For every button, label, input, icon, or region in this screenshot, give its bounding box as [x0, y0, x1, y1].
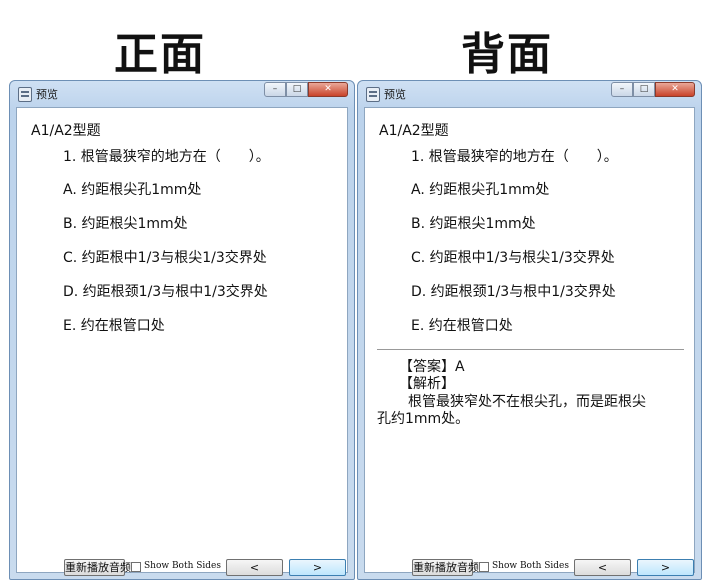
option-e: E. 约在根管口处 [411, 318, 513, 334]
answer-divider [377, 349, 684, 350]
next-button[interactable]: > [289, 559, 346, 576]
show-both-sides-label[interactable]: Show Both Sides [144, 561, 221, 571]
window-title: 预览 [36, 88, 58, 101]
option-d: D. 约距根颈1/3与根中1/3交界处 [411, 284, 616, 300]
back-heading: 背面 [461, 29, 553, 80]
preview-window-back: 预览 – □ ✕ A1/A2型题 1. 根管最狭窄的地方在（ ）。 A. 约距根… [357, 80, 702, 580]
maximize-button[interactable]: □ [286, 82, 308, 97]
bottom-toolbar: 重新播放音频 Show Both Sides < > [358, 557, 701, 579]
option-c: C. 约距根中1/3与根尖1/3交界处 [411, 250, 615, 266]
question-type: A1/A2型题 [31, 123, 101, 139]
close-button[interactable]: ✕ [655, 82, 695, 97]
show-both-sides-checkbox[interactable] [131, 562, 141, 572]
analysis-label: 【解析】 [399, 376, 455, 392]
bottom-toolbar: 重新播放音频 Show Both Sides < > [10, 557, 354, 579]
maximize-button[interactable]: □ [633, 82, 655, 97]
minimize-button[interactable]: – [611, 82, 633, 97]
question-type: A1/A2型题 [379, 123, 449, 139]
answer-line: 【答案】A [399, 359, 465, 375]
option-c: C. 约距根中1/3与根尖1/3交界处 [63, 250, 267, 266]
analysis-text-line-1: 根管最狭窄处不在根尖孔，而是距根尖 [408, 394, 646, 410]
option-b: B. 约距根尖1mm处 [411, 216, 536, 232]
option-a: A. 约距根尖孔1mm处 [63, 182, 202, 198]
window-controls: – □ ✕ [264, 82, 348, 97]
close-button[interactable]: ✕ [308, 82, 348, 97]
prev-button[interactable]: < [574, 559, 631, 576]
option-b: B. 约距根尖1mm处 [63, 216, 188, 232]
question-stem: 1. 根管最狭窄的地方在（ ）。 [63, 149, 270, 165]
card-content: A1/A2型题 1. 根管最狭窄的地方在（ ）。 A. 约距根尖孔1mm处 B.… [16, 107, 348, 573]
front-heading: 正面 [114, 29, 206, 80]
window-title: 预览 [384, 88, 406, 101]
preview-window-front: 预览 – □ ✕ A1/A2型题 1. 根管最狭窄的地方在（ ）。 A. 约距根… [9, 80, 355, 580]
replay-audio-button[interactable]: 重新播放音频 [64, 559, 131, 576]
show-both-sides-checkbox[interactable] [479, 562, 489, 572]
app-icon [366, 87, 380, 102]
next-button[interactable]: > [637, 559, 694, 576]
option-d: D. 约距根颈1/3与根中1/3交界处 [63, 284, 268, 300]
window-titlebar[interactable]: 预览 – □ ✕ [16, 81, 348, 107]
option-e: E. 约在根管口处 [63, 318, 165, 334]
analysis-text-line-2: 孔约1mm处。 [377, 411, 470, 427]
prev-button[interactable]: < [226, 559, 283, 576]
question-stem: 1. 根管最狭窄的地方在（ ）。 [411, 149, 618, 165]
minimize-button[interactable]: – [264, 82, 286, 97]
window-titlebar[interactable]: 预览 – □ ✕ [364, 81, 695, 107]
window-controls: – □ ✕ [611, 82, 695, 97]
card-content: A1/A2型题 1. 根管最狭窄的地方在（ ）。 A. 约距根尖孔1mm处 B.… [364, 107, 695, 573]
app-icon [18, 87, 32, 102]
option-a: A. 约距根尖孔1mm处 [411, 182, 550, 198]
replay-audio-button[interactable]: 重新播放音频 [412, 559, 479, 576]
show-both-sides-label[interactable]: Show Both Sides [492, 561, 569, 571]
